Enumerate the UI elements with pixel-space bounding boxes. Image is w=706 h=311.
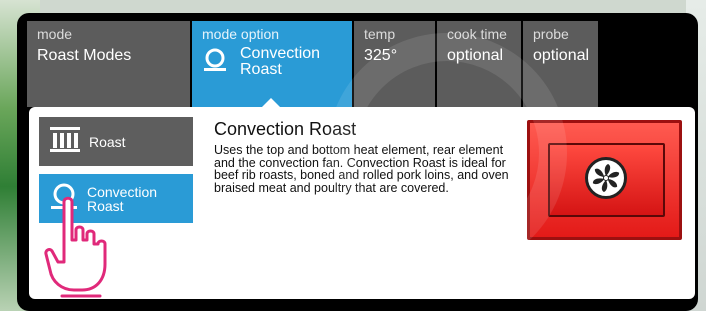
tab-temp-value: 325° <box>364 47 398 64</box>
tab-probe-value: optional <box>533 47 590 64</box>
tab-mode-option[interactable]: mode option Convection Roast <box>192 21 352 107</box>
tab-mode-label: mode <box>37 26 73 42</box>
tab-cook-time[interactable]: cook time optional <box>437 21 521 107</box>
tab-cook-time-value: optional <box>447 47 504 64</box>
roast-option-label: Roast <box>89 133 126 150</box>
tab-probe-label: probe <box>533 26 569 42</box>
roast-icon <box>49 126 81 157</box>
tab-mode-value: Roast Modes <box>37 47 132 64</box>
tab-temp-label: temp <box>364 26 396 42</box>
tab-mode[interactable]: mode Roast Modes <box>27 21 190 107</box>
tab-cook-time-label: cook time <box>447 26 507 42</box>
convection-roast-image <box>527 120 682 240</box>
tap-hand-icon <box>44 196 107 298</box>
oven-control-display: mode Roast Modes mode option Convection … <box>17 13 698 311</box>
tab-temp[interactable]: temp 325° <box>354 21 435 107</box>
tab-mode-option-value-line2: Roast <box>240 61 282 78</box>
mode-description: Uses the top and bottom heat element, re… <box>214 143 509 195</box>
tab-mode-option-value-line1: Convection <box>240 45 321 62</box>
tab-mode-option-label: mode option <box>202 26 280 42</box>
mode-title: Convection Roast <box>214 119 357 139</box>
convection-roast-icon <box>202 46 228 77</box>
mode-detail-panel: Roast Convection Roast Convection Roast … <box>29 107 695 299</box>
tab-probe[interactable]: probe optional <box>523 21 598 107</box>
roast-option-button[interactable]: Roast <box>39 117 193 166</box>
oven-window <box>548 143 665 217</box>
convection-fan-icon <box>585 157 627 199</box>
